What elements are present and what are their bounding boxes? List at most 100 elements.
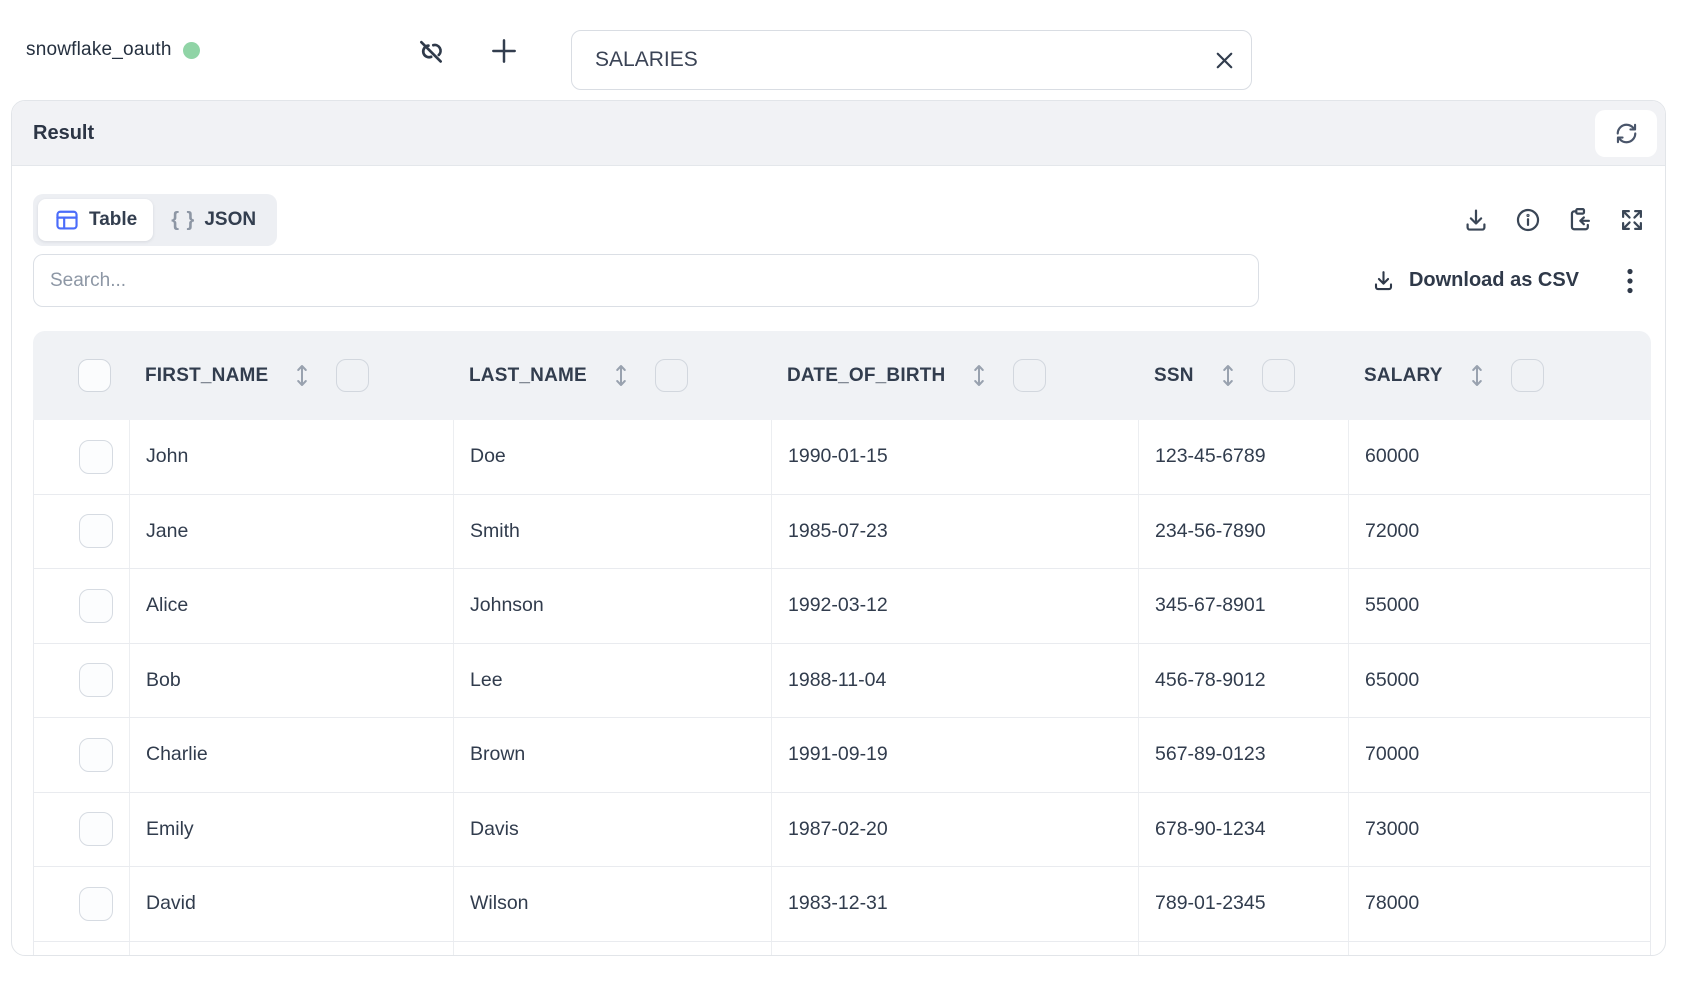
cell-salary: 72000	[1349, 495, 1652, 569]
cell-ssn: 123-45-6789	[1139, 420, 1349, 494]
refresh-icon	[1613, 120, 1640, 147]
cell-last-name: Johnson	[454, 569, 772, 643]
row-select-cell	[34, 644, 130, 718]
tab-table[interactable]: Table	[38, 199, 153, 241]
row-select-cell	[34, 867, 130, 941]
cell-date-of-birth: 1988-11-04	[772, 644, 1139, 718]
cell-date-of-birth	[772, 942, 1139, 957]
cell-date-of-birth: 1987-02-20	[772, 793, 1139, 867]
row-checkbox[interactable]	[79, 812, 113, 846]
cell-last-name: Doe	[454, 420, 772, 494]
download-icon	[1462, 206, 1490, 234]
cell-last-name: Smith	[454, 495, 772, 569]
table-row: JaneSmith1985-07-23234-56-789072000	[34, 495, 1650, 570]
cell-salary: 55000	[1349, 569, 1652, 643]
view-switcher: Table { } JSON	[33, 194, 277, 246]
cell-salary: 60000	[1349, 420, 1652, 494]
table-row: BobLee1988-11-04456-78-901265000	[34, 644, 1650, 719]
sort-icon[interactable]	[1469, 362, 1485, 389]
column-checkbox[interactable]	[336, 359, 369, 392]
cell-last-name	[454, 942, 772, 957]
row-checkbox[interactable]	[79, 887, 113, 921]
copy-result-button[interactable]	[1565, 205, 1595, 235]
column-checkbox[interactable]	[1511, 359, 1544, 392]
table-controls-right: Download as CSV	[1371, 266, 1635, 296]
row-checkbox[interactable]	[79, 738, 113, 772]
cell-first-name: Alice	[130, 569, 454, 643]
row-checkbox[interactable]	[79, 663, 113, 697]
table-header-row: FIRST_NAME LAST_NAME DATE_OF_B	[33, 331, 1651, 420]
clear-input-button[interactable]	[1197, 32, 1251, 88]
cell-ssn: 567-89-0123	[1139, 718, 1349, 792]
column-header-last-name[interactable]: LAST_NAME	[453, 331, 771, 420]
expand-result-button[interactable]	[1617, 205, 1647, 235]
row-select-cell	[34, 793, 130, 867]
result-info-button[interactable]	[1513, 205, 1543, 235]
cell-last-name: Brown	[454, 718, 772, 792]
cell-first-name: David	[130, 867, 454, 941]
cell-first-name: Charlie	[130, 718, 454, 792]
column-header-date-of-birth[interactable]: DATE_OF_BIRTH	[771, 331, 1138, 420]
result-table: FIRST_NAME LAST_NAME DATE_OF_B	[33, 331, 1651, 956]
cell-first-name	[130, 942, 454, 957]
sort-icon[interactable]	[294, 362, 310, 389]
cell-ssn	[1139, 942, 1349, 957]
table-name-input[interactable]	[572, 48, 1197, 72]
cell-ssn: 345-67-8901	[1139, 569, 1349, 643]
add-query-button[interactable]	[485, 33, 523, 69]
column-header-first-name[interactable]: FIRST_NAME	[129, 331, 453, 420]
row-select-cell	[34, 718, 130, 792]
cell-date-of-birth: 1983-12-31	[772, 867, 1139, 941]
cell-salary: 65000	[1349, 644, 1652, 718]
row-checkbox[interactable]	[79, 589, 113, 623]
row-checkbox[interactable]	[79, 440, 113, 474]
cell-date-of-birth: 1991-09-19	[772, 718, 1139, 792]
table-name-field	[571, 30, 1252, 90]
row-select-cell	[34, 420, 130, 494]
table-icon	[54, 207, 80, 233]
column-checkbox[interactable]	[1262, 359, 1295, 392]
top-bar: snowflake_oauth	[0, 0, 1682, 100]
result-action-icons	[1461, 205, 1647, 235]
cell-first-name: Jane	[130, 495, 454, 569]
cell-date-of-birth: 1985-07-23	[772, 495, 1139, 569]
close-icon	[1211, 47, 1238, 74]
connection-indicator: snowflake_oauth	[26, 0, 200, 100]
download-result-button[interactable]	[1461, 205, 1491, 235]
cell-date-of-birth: 1992-03-12	[772, 569, 1139, 643]
tab-json[interactable]: { } JSON	[155, 199, 272, 241]
column-header-ssn[interactable]: SSN	[1138, 331, 1348, 420]
cell-last-name: Wilson	[454, 867, 772, 941]
table-row: JohnDoe1990-01-15123-45-678960000	[34, 420, 1650, 495]
cell-salary: 78000	[1349, 867, 1652, 941]
search-input[interactable]	[33, 254, 1259, 307]
select-all-cell	[33, 331, 129, 420]
sort-icon[interactable]	[1220, 362, 1236, 389]
column-header-salary[interactable]: SALARY	[1348, 331, 1651, 420]
column-checkbox[interactable]	[1013, 359, 1046, 392]
refresh-button[interactable]	[1595, 110, 1657, 157]
connection-status-dot	[183, 42, 200, 59]
result-toolbar: Table { } JSON	[33, 194, 1647, 246]
row-checkbox[interactable]	[79, 514, 113, 548]
clipboard-copy-icon	[1566, 206, 1594, 234]
cell-first-name: Emily	[130, 793, 454, 867]
more-options-button[interactable]	[1625, 266, 1635, 296]
table-row: EmilyDavis1987-02-20678-90-123473000	[34, 793, 1650, 868]
json-braces-icon: { }	[171, 209, 195, 232]
cell-last-name: Lee	[454, 644, 772, 718]
connection-name: snowflake_oauth	[26, 39, 172, 61]
column-checkbox[interactable]	[655, 359, 688, 392]
download-csv-label: Download as CSV	[1409, 269, 1579, 292]
result-panel: Result	[11, 100, 1666, 956]
download-csv-button[interactable]: Download as CSV	[1371, 268, 1579, 293]
table-row: AliceJohnson1992-03-12345-67-890155000	[34, 569, 1650, 644]
sort-icon[interactable]	[971, 362, 987, 389]
unlink-icon	[414, 34, 448, 68]
table-controls-row: Download as CSV	[33, 254, 1635, 307]
sort-icon[interactable]	[613, 362, 629, 389]
select-all-checkbox[interactable]	[78, 359, 111, 392]
result-panel-header: Result	[12, 101, 1665, 166]
disconnect-button[interactable]	[412, 33, 450, 69]
cell-ssn: 456-78-9012	[1139, 644, 1349, 718]
